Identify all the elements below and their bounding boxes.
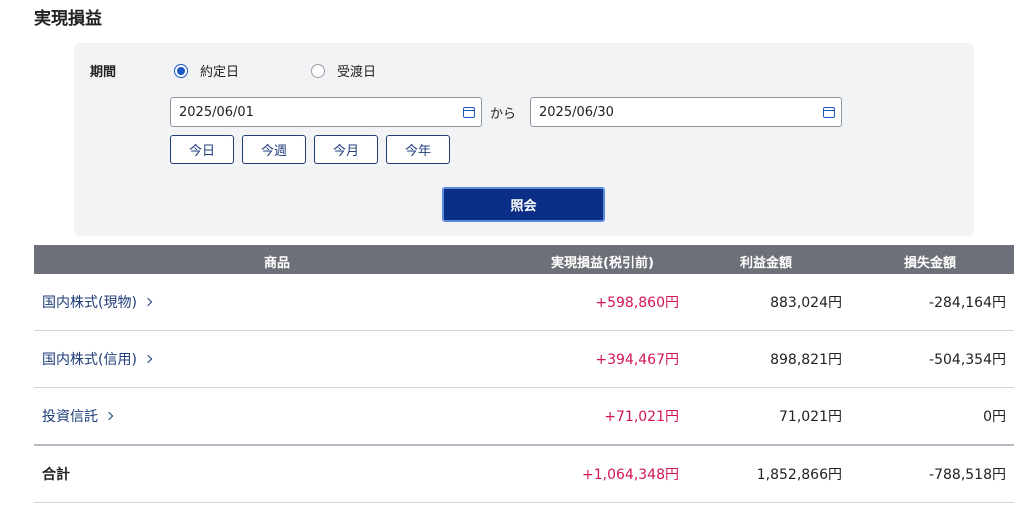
realized-pl-value: +394,467円: [595, 352, 679, 368]
chevron-right-icon: [143, 354, 153, 364]
realized-pl-value: +598,860円: [595, 295, 679, 311]
product-link-domestic-margin[interactable]: 国内株式(信用): [42, 349, 153, 369]
radio-settlement-date-label: 受渡日: [337, 65, 377, 80]
header-realized-pl: 実現損益(税引前): [551, 256, 654, 271]
radio-unchecked-icon[interactable]: [311, 63, 325, 78]
profit-value: 883,024円: [770, 295, 842, 311]
product-link-domestic-cash[interactable]: 国内株式(現物): [42, 292, 153, 312]
profit-value: 71,021円: [779, 409, 842, 425]
today-button[interactable]: 今日: [170, 135, 234, 164]
page-title: 実現損益: [34, 9, 102, 29]
filter-panel: 期間 約定日 受渡日 2025/06/01 から 2025/06/30 今日 今…: [74, 43, 974, 236]
range-separator: から: [490, 107, 517, 122]
chevron-right-icon: [104, 411, 114, 421]
to-date-input[interactable]: 2025/06/30: [530, 97, 842, 127]
header-loss: 損失金額: [904, 256, 957, 271]
from-date-value: 2025/06/01: [179, 104, 254, 120]
loss-value: -284,164円: [929, 295, 1006, 311]
loss-value: 0円: [983, 409, 1006, 425]
product-name: 投資信託: [42, 409, 98, 425]
radio-checked-icon[interactable]: [174, 63, 188, 78]
total-realized-pl: +1,064,348円: [582, 467, 679, 483]
calendar-icon[interactable]: [463, 106, 475, 118]
this-week-button[interactable]: 今週: [242, 135, 306, 164]
radio-settlement-date[interactable]: 受渡日: [311, 61, 376, 80]
radio-trade-date-label: 約定日: [200, 65, 240, 80]
loss-value: -504,354円: [929, 352, 1006, 368]
total-loss: -788,518円: [929, 467, 1006, 483]
radio-trade-date[interactable]: 約定日: [174, 61, 239, 80]
product-name: 国内株式(信用): [42, 352, 137, 368]
this-month-button[interactable]: 今月: [314, 135, 378, 164]
total-profit: 1,852,866円: [756, 467, 842, 483]
header-product: 商品: [264, 256, 291, 271]
header-profit: 利益金額: [740, 256, 793, 271]
realized-pl-table: 商品 実現損益(税引前) 利益金額 損失金額 国内株式(現物) +598,860…: [34, 245, 1014, 503]
total-label: 合計: [42, 467, 70, 483]
product-link-investment-trust[interactable]: 投資信託: [42, 406, 114, 426]
table-row: 国内株式(信用) +394,467円 898,821円 -504,354円: [34, 331, 1014, 388]
period-label: 期間: [90, 65, 117, 80]
table-header: 商品 実現損益(税引前) 利益金額 損失金額: [34, 245, 1014, 274]
chevron-right-icon: [143, 297, 153, 307]
table-row: 国内株式(現物) +598,860円 883,024円 -284,164円: [34, 274, 1014, 331]
total-row: 合計 +1,064,348円 1,852,866円 -788,518円: [34, 446, 1014, 503]
product-name: 国内株式(現物): [42, 295, 137, 311]
calendar-icon[interactable]: [823, 106, 835, 118]
realized-pl-value: +71,021円: [604, 409, 679, 425]
profit-value: 898,821円: [770, 352, 842, 368]
to-date-value: 2025/06/30: [539, 104, 614, 120]
this-year-button[interactable]: 今年: [386, 135, 450, 164]
from-date-input[interactable]: 2025/06/01: [170, 97, 482, 127]
search-button[interactable]: 照会: [442, 187, 605, 222]
table-row: 投資信託 +71,021円 71,021円 0円: [34, 388, 1014, 446]
